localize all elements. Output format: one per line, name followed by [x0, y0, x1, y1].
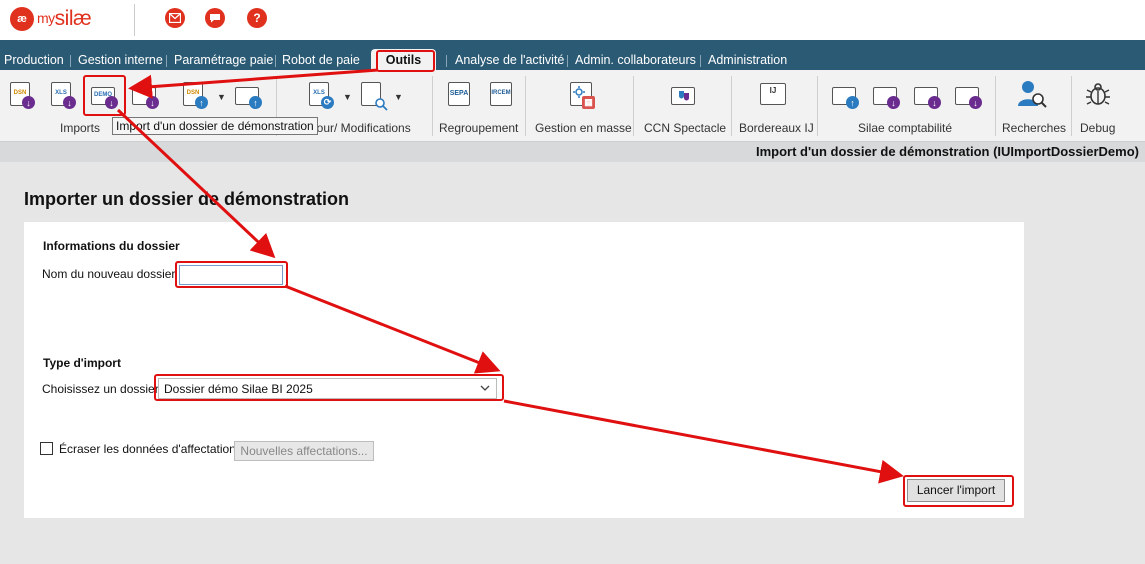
ribbon-divider [995, 76, 996, 136]
app-logo[interactable]: æ mysilæ [10, 6, 92, 32]
search-documents-icon[interactable] [358, 81, 388, 111]
update-dropdown-chevron-icon[interactable]: ▼ [343, 92, 352, 102]
sepa-icon[interactable]: SEPA [445, 81, 473, 109]
help-icon[interactable]: ? [247, 8, 267, 28]
overwrite-checkbox[interactable] [40, 442, 53, 455]
ribbon-divider [731, 76, 732, 136]
group-label-ccn-spectacle: CCN Spectacle [644, 121, 727, 135]
group-label-modifications: jour/ Modifications [314, 121, 411, 135]
launch-import-button[interactable]: Lancer l'import [907, 479, 1005, 502]
export-folder-icon[interactable]: ↑ [234, 81, 262, 109]
app-header: æ mysilæ ? [0, 0, 1145, 40]
ribbon-divider [633, 76, 634, 136]
section-title-info: Informations du dossier [43, 239, 180, 253]
update-xls-icon[interactable]: XLS ⟳ [306, 81, 334, 109]
export-dsn-icon[interactable]: DSN ↑ [180, 81, 208, 109]
accounting-import-icon[interactable]: ↓ [872, 81, 900, 109]
group-label-debug: Debug [1080, 121, 1116, 135]
export-dropdown-chevron-icon[interactable]: ▼ [217, 92, 226, 102]
header-divider [134, 4, 135, 36]
ribbon-divider [525, 76, 526, 136]
theater-masks-icon[interactable] [670, 81, 698, 109]
folder-name-label: Nom du nouveau dossier : [42, 267, 183, 281]
menu-outils[interactable]: Outils [371, 49, 436, 70]
main-menu: Production Gestion interne Paramétrage p… [0, 40, 1145, 70]
menu-divider [700, 55, 701, 67]
chevron-down-icon [480, 385, 490, 391]
menu-divider [166, 55, 167, 67]
section-title-import-type: Type d'import [43, 356, 121, 370]
menu-administration[interactable]: Administration [708, 53, 787, 67]
menu-parametrage-paie[interactable]: Paramétrage paie [174, 53, 273, 67]
chat-icon[interactable] [205, 8, 225, 28]
menu-divider [446, 55, 447, 67]
folder-name-input[interactable] [179, 265, 283, 285]
menu-divider [567, 55, 568, 67]
ribbon-divider [817, 76, 818, 136]
overwrite-label: Écraser les données d'affectation [59, 442, 236, 456]
group-label-silae-comptabilite: Silae comptabilité [858, 121, 953, 135]
group-label-imports: Imports [60, 121, 101, 135]
import-xls-icon[interactable]: XLS ↓ [48, 81, 76, 109]
demo-folder-select[interactable]: Dossier démo Silae BI 2025 [158, 378, 497, 399]
accounting-import-3-icon[interactable]: ↓ [954, 81, 982, 109]
menu-admin-collaborateurs[interactable]: Admin. collaborateurs [575, 53, 696, 67]
menu-production[interactable]: Production [4, 53, 64, 67]
mail-icon[interactable] [165, 8, 185, 28]
ircem-icon[interactable]: IRCEM [487, 81, 515, 109]
group-label-gestion-en-masse: Gestion en masse [535, 121, 632, 135]
group-label-recherches: Recherches [1002, 121, 1067, 135]
accounting-export-icon[interactable]: ↑ [831, 81, 859, 109]
search-dropdown-chevron-icon[interactable]: ▼ [394, 92, 403, 102]
import-demo-icon[interactable]: DEMO ↓ [90, 81, 118, 109]
new-assignments-button[interactable]: Nouvelles affectations... [234, 441, 374, 461]
accounting-import-2-icon[interactable]: ↓ [913, 81, 941, 109]
menu-robot-de-paie[interactable]: Robot de paie [282, 53, 360, 67]
menu-gestion-interne[interactable]: Gestion interne [78, 53, 163, 67]
mass-management-icon[interactable]: ▦ [567, 81, 595, 109]
menu-analyse-activite[interactable]: Analyse de l'activité [455, 53, 564, 67]
logo-text: mysilæ [37, 7, 92, 30]
import-folder-icon[interactable]: ↓ [131, 81, 159, 109]
demo-folder-select-value: Dossier démo Silae BI 2025 [164, 382, 313, 396]
user-search-icon[interactable] [1017, 79, 1047, 108]
screen-title-bar: Import d'un dossier de démonstration (IU… [0, 142, 1145, 162]
ribbon-tooltip: Import d'un dossier de démonstration [112, 117, 318, 135]
ribbon-divider [432, 76, 433, 136]
ribbon-divider [1071, 76, 1072, 136]
bug-icon[interactable] [1085, 81, 1113, 109]
import-dsn-icon[interactable]: DSN ↓ [7, 81, 35, 109]
ij-slip-icon[interactable]: IJ [760, 81, 788, 109]
logo-mark: æ [10, 7, 34, 31]
page-title: Importer un dossier de démonstration [24, 189, 350, 209]
group-label-regroupement: Regroupement [439, 121, 519, 135]
screen-title: Import d'un dossier de démonstration (IU… [755, 144, 1139, 159]
menu-divider [70, 55, 71, 67]
menu-divider [275, 55, 276, 67]
group-label-bordereaux-ij: Bordereaux IJ [739, 121, 814, 135]
choose-folder-label: Choisissez un dossier : [42, 382, 166, 396]
import-form-panel: Informations du dossier Nom du nouveau d… [24, 222, 1024, 518]
